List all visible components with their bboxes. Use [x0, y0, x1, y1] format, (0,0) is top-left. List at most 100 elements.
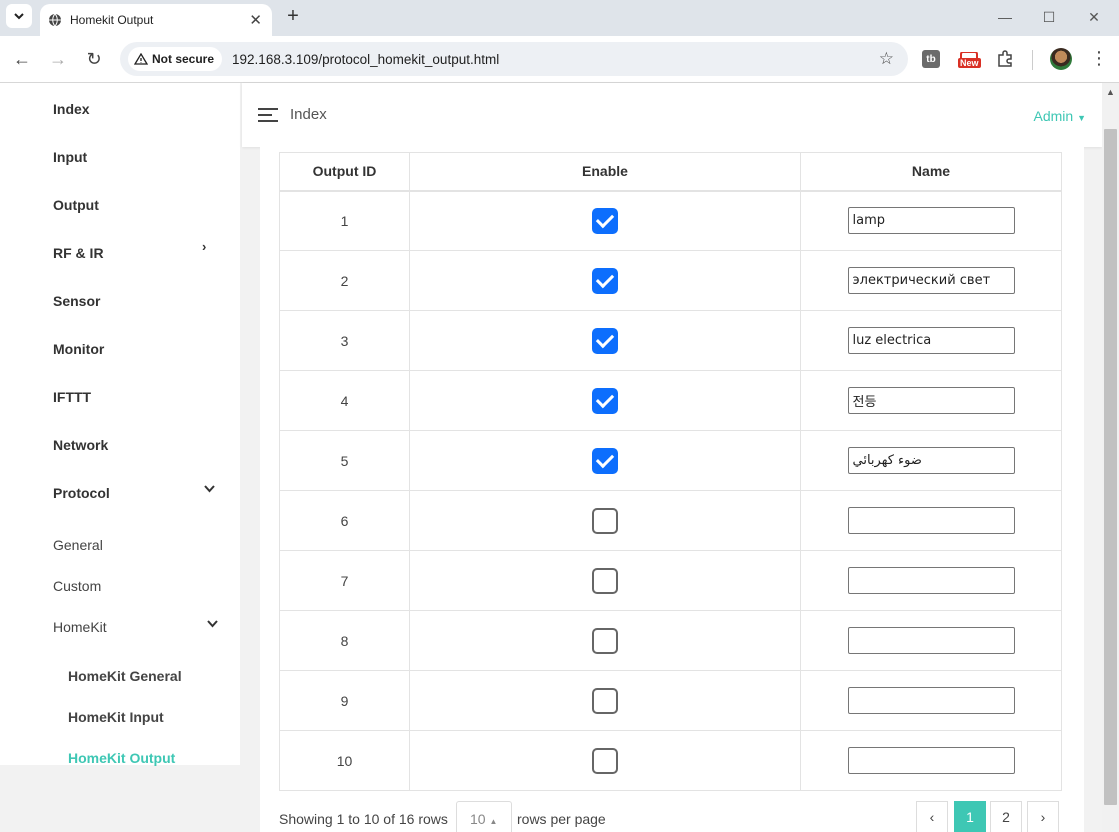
enable-cell	[409, 490, 801, 551]
site-info-button[interactable]: Not secure	[128, 47, 223, 71]
url-text[interactable]: 192.168.3.109/protocol_homekit_output.ht…	[232, 52, 499, 67]
table-row: 9	[279, 670, 1062, 731]
name-input[interactable]	[847, 627, 1015, 654]
output-id-cell: 1	[279, 190, 410, 251]
maximize-icon[interactable]: ☐	[1039, 8, 1059, 26]
rows-per-page-label: rows per page	[517, 811, 606, 827]
table-row: 2	[279, 250, 1062, 311]
scrollbar-thumb[interactable]	[1104, 129, 1117, 805]
name-input[interactable]	[847, 387, 1015, 414]
name-input[interactable]	[847, 567, 1015, 594]
page-button-2[interactable]: 2	[990, 801, 1022, 832]
sidebar-item-general[interactable]: General	[53, 537, 103, 553]
sidebar-item-ifttt[interactable]: IFTTT	[53, 389, 91, 405]
chevron-down-icon[interactable]	[207, 620, 218, 628]
browser-menu-icon[interactable]: ⋮	[1090, 48, 1108, 69]
address-bar[interactable]: Not secure 192.168.3.109/protocol_homeki…	[120, 42, 908, 76]
enable-cell	[409, 370, 801, 431]
name-cell	[800, 730, 1062, 791]
enable-checkbox[interactable]	[592, 327, 618, 354]
sidebar-footer	[0, 765, 240, 832]
enable-cell	[409, 670, 801, 731]
browser-tab[interactable]: Homekit Output ✕	[40, 4, 272, 36]
sidebar-item-monitor[interactable]: Monitor	[53, 341, 104, 357]
globe-icon	[49, 13, 61, 27]
enable-checkbox[interactable]	[592, 687, 618, 714]
profile-avatar[interactable]	[1050, 48, 1072, 70]
minimize-icon[interactable]: —	[995, 8, 1015, 26]
back-icon[interactable]: ←	[10, 47, 34, 71]
next-page-button[interactable]: ›	[1027, 801, 1059, 832]
new-badge: New	[958, 58, 981, 68]
sidebar-item-protocol[interactable]: Protocol	[53, 485, 110, 501]
bookmark-star-icon[interactable]: ☆	[879, 49, 894, 69]
tab-search-button[interactable]	[6, 4, 32, 28]
hamburger-menu-icon[interactable]	[258, 108, 278, 122]
enable-checkbox[interactable]	[592, 627, 618, 654]
new-tab-button[interactable]: +	[282, 5, 304, 27]
name-input[interactable]	[847, 267, 1015, 294]
admin-dropdown[interactable]: Admin ▼	[1034, 108, 1087, 124]
reload-icon[interactable]: ↻	[82, 47, 106, 71]
name-input[interactable]	[847, 447, 1015, 474]
enable-checkbox[interactable]	[592, 387, 618, 414]
sidebar-item-rf-ir[interactable]: RF & IR	[53, 245, 104, 261]
name-cell	[800, 670, 1062, 731]
enable-checkbox[interactable]	[592, 447, 618, 474]
sidebar-item-sensor[interactable]: Sensor	[53, 293, 100, 309]
output-id-cell: 7	[279, 550, 410, 611]
pagination-info: Showing 1 to 10 of 16 rows	[279, 811, 448, 827]
table-body: 12345678910	[279, 190, 1062, 791]
prev-page-button[interactable]: ‹	[916, 801, 948, 832]
homekit-output-table: Output ID Enable Name 12345678910	[279, 152, 1062, 791]
chevron-down-icon	[14, 12, 24, 19]
not-secure-label: Not secure	[152, 52, 215, 66]
page-button-1[interactable]: 1	[954, 801, 986, 832]
enable-cell	[409, 610, 801, 671]
name-cell	[800, 190, 1062, 251]
name-cell	[800, 310, 1062, 371]
name-input[interactable]	[847, 507, 1015, 534]
name-cell	[800, 370, 1062, 431]
enable-checkbox[interactable]	[592, 207, 618, 234]
chevron-down-icon[interactable]	[204, 485, 215, 493]
name-input[interactable]	[847, 207, 1015, 235]
enable-checkbox[interactable]	[592, 747, 618, 774]
enable-checkbox[interactable]	[592, 507, 618, 534]
tab-title: Homekit Output	[70, 13, 154, 27]
table-row: 5	[279, 430, 1062, 491]
extensions-puzzle-icon[interactable]	[994, 48, 1016, 70]
column-header-output-id[interactable]: Output ID	[279, 152, 410, 192]
sidebar-item-homekit-general[interactable]: HomeKit General	[68, 668, 182, 684]
warning-icon	[134, 53, 148, 65]
name-input[interactable]	[847, 327, 1015, 354]
name-input[interactable]	[847, 747, 1015, 774]
sidebar-item-custom[interactable]: Custom	[53, 578, 101, 594]
sidebar-item-input[interactable]: Input	[53, 149, 87, 165]
column-header-enable[interactable]: Enable	[409, 152, 801, 192]
admin-label: Admin	[1033, 108, 1074, 124]
extension-new-icon[interactable]: New	[958, 48, 981, 70]
sidebar-item-output[interactable]: Output	[53, 197, 99, 213]
name-cell	[800, 490, 1062, 551]
enable-checkbox[interactable]	[592, 267, 618, 294]
extension-ib-icon[interactable]: tb	[922, 50, 940, 68]
scroll-up-arrow-icon[interactable]: ▲	[1106, 87, 1115, 97]
page-size-dropdown[interactable]: 10 ▲	[456, 801, 512, 832]
table-row: 4	[279, 370, 1062, 431]
enable-checkbox[interactable]	[592, 567, 618, 594]
name-input[interactable]	[847, 687, 1015, 714]
sidebar-item-index[interactable]: Index	[53, 101, 90, 117]
sidebar-item-homekit-input[interactable]: HomeKit Input	[68, 709, 164, 725]
close-window-icon[interactable]: ✕	[1084, 8, 1104, 26]
sidebar-item-network[interactable]: Network	[53, 437, 108, 453]
enable-cell	[409, 250, 801, 311]
forward-icon[interactable]: →	[46, 47, 70, 71]
column-header-name[interactable]: Name	[800, 152, 1062, 192]
table-row: 10	[279, 730, 1062, 791]
page-scrollbar[interactable]: ▲	[1102, 83, 1119, 832]
sidebar-item-homekit-output[interactable]: HomeKit Output	[68, 750, 175, 766]
chevron-right-icon[interactable]: ›	[202, 239, 206, 254]
sidebar-item-homekit[interactable]: HomeKit	[53, 619, 107, 635]
close-tab-icon[interactable]: ✕	[249, 11, 262, 29]
